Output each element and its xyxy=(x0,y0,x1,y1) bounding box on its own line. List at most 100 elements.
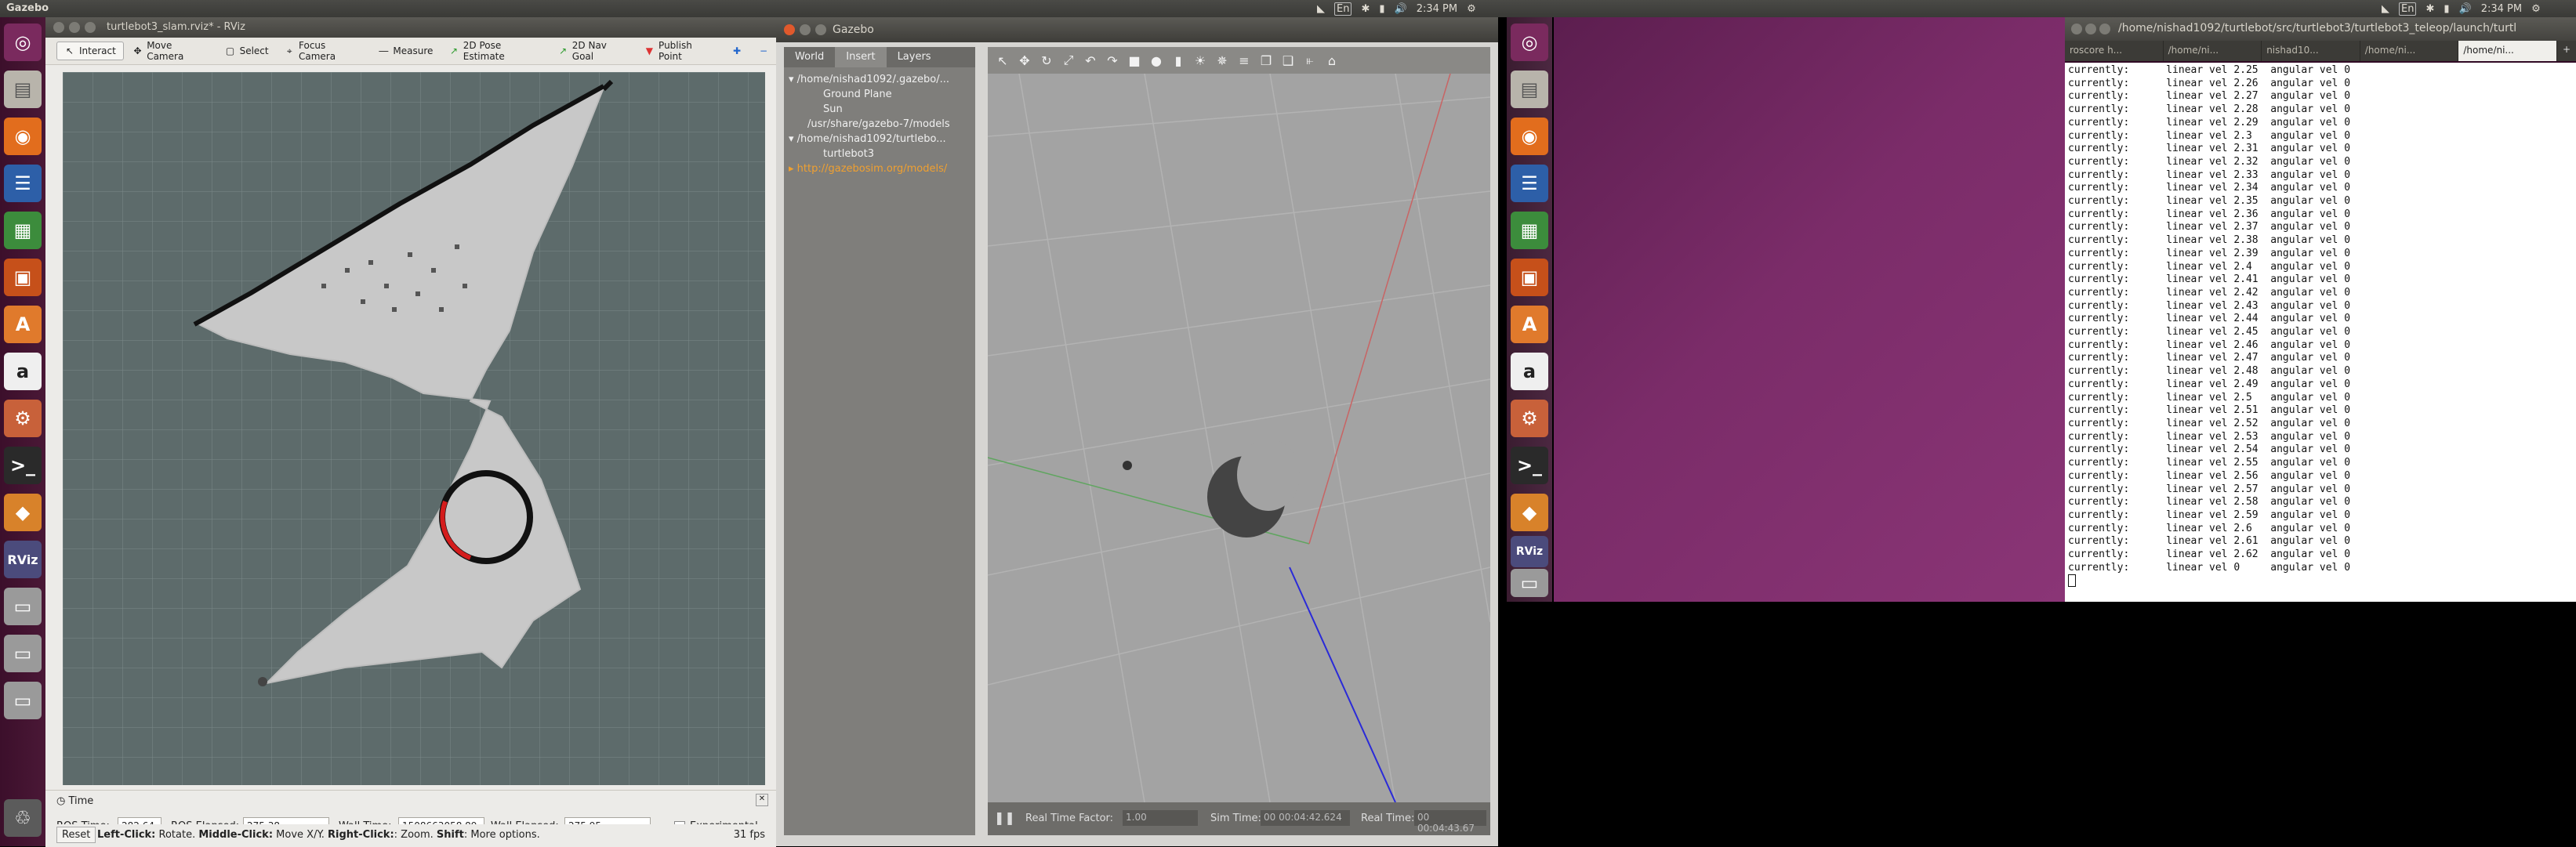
redo-icon[interactable]: ↷ xyxy=(1104,53,1121,68)
drive-icon[interactable]: ▭ xyxy=(4,635,42,672)
keyboard-indicator[interactable]: En xyxy=(1334,2,1352,16)
bluetooth-icon[interactable]: ✱ xyxy=(1361,3,1370,15)
wifi-icon[interactable]: ◣ xyxy=(2382,3,2389,15)
tree-item[interactable]: turtlebot3 xyxy=(789,147,950,161)
terminal-tab[interactable]: /home/ni... xyxy=(2360,41,2459,61)
settings-gear-icon[interactable]: ⚙ xyxy=(2531,3,2541,15)
terminal-icon[interactable]: >_ xyxy=(1511,447,1548,484)
tree-item[interactable]: Ground Plane xyxy=(789,87,950,102)
gazebo-icon[interactable]: ◆ xyxy=(4,494,42,531)
writer-icon[interactable]: ☰ xyxy=(4,165,42,202)
tool-measure[interactable]: ― Measure xyxy=(371,42,440,60)
directional-light-icon[interactable]: ≡ xyxy=(1235,53,1253,68)
tool-menu-button[interactable]: − xyxy=(751,42,776,60)
tab-world[interactable]: World xyxy=(784,47,835,67)
rviz-icon[interactable]: RViz xyxy=(1511,536,1548,567)
spot-light-icon[interactable]: ✵ xyxy=(1214,53,1231,68)
terminal-tab[interactable]: roscore h... xyxy=(2065,41,2164,61)
dash-icon[interactable]: ◎ xyxy=(4,24,42,61)
box-icon[interactable]: ■ xyxy=(1126,53,1143,68)
rviz-titlebar[interactable]: turtlebot3_slam.rviz* - RViz xyxy=(45,17,776,38)
drive-icon[interactable]: ▭ xyxy=(4,682,42,719)
volume-icon[interactable]: 🔊 xyxy=(2459,3,2472,15)
pause-icon[interactable]: ❚❚ xyxy=(994,810,1015,825)
minimize-icon[interactable] xyxy=(800,24,811,35)
scale-icon[interactable]: ⤢ xyxy=(1060,52,1077,68)
terminal-tab[interactable]: /home/ni... xyxy=(2164,41,2262,61)
minimize-icon[interactable] xyxy=(69,22,80,33)
tree-item[interactable]: ▾ /home/nishad1092/turtlebo... xyxy=(789,132,950,147)
sphere-icon[interactable]: ● xyxy=(1148,53,1165,68)
align-icon[interactable]: ⫦ xyxy=(1301,52,1319,68)
wifi-icon[interactable]: ◣ xyxy=(1317,3,1325,15)
maximize-icon[interactable] xyxy=(85,22,96,33)
keyboard-indicator[interactable]: En xyxy=(2399,2,2417,16)
system-settings-icon[interactable]: ⚙ xyxy=(1511,400,1548,437)
dash-icon[interactable]: ◎ xyxy=(1511,24,1548,61)
impress-icon[interactable]: ▣ xyxy=(1511,259,1548,296)
tool-interact[interactable]: ↖ Interact xyxy=(56,42,124,60)
gazebo-3d-view[interactable]: ↖ ✥ ↻ ⤢ ↶ ↷ ■ ● ▮ ☀ ✵ ≡ ❐ ❑ ⫦ ⌂ ❚❚ Real … xyxy=(988,47,1490,835)
system-settings-icon[interactable]: ⚙ xyxy=(4,400,42,437)
files-icon[interactable]: ▤ xyxy=(1511,71,1548,108)
terminal-titlebar[interactable]: /home/nishad1092/turtlebot/src/turtlebot… xyxy=(2065,17,2576,41)
tool-2d-pose-estimate[interactable]: ↗ 2D Pose Estimate xyxy=(441,37,549,65)
gazebo-icon[interactable]: ◆ xyxy=(1511,494,1548,531)
terminal-tab[interactable]: nishad10... xyxy=(2262,41,2360,61)
amazon-icon[interactable]: a xyxy=(4,353,42,390)
firefox-icon[interactable]: ◉ xyxy=(4,118,42,155)
tab-insert[interactable]: Insert xyxy=(835,47,887,67)
terminal-output[interactable]: currently: linear vel 2.25 angular vel 0… xyxy=(2065,63,2576,602)
tool-focus-camera[interactable]: ⌖ Focus Camera xyxy=(278,37,370,65)
terminal-icon[interactable]: >_ xyxy=(4,447,42,484)
calc-icon[interactable]: ▦ xyxy=(1511,212,1548,249)
tool-select[interactable]: ▢ Select xyxy=(218,42,276,60)
tool-move-camera[interactable]: ✥ Move Camera xyxy=(125,37,216,65)
copy-icon[interactable]: ❐ xyxy=(1257,53,1275,68)
writer-icon[interactable]: ☰ xyxy=(1511,165,1548,202)
drive-icon[interactable]: ▭ xyxy=(1511,569,1548,597)
drive-icon[interactable]: ▭ xyxy=(4,588,42,625)
gazebo-titlebar[interactable]: Gazebo xyxy=(776,17,1498,42)
reset-button[interactable]: Reset xyxy=(56,827,96,843)
impress-icon[interactable]: ▣ xyxy=(4,259,42,296)
clock[interactable]: 2:34 PM xyxy=(1417,3,1457,15)
paste-icon[interactable]: ❑ xyxy=(1279,53,1297,68)
cylinder-icon[interactable]: ▮ xyxy=(1170,53,1187,68)
tab-layers[interactable]: Layers xyxy=(887,47,942,67)
tree-item[interactable]: Sun xyxy=(789,102,950,117)
rotate-icon[interactable]: ↻ xyxy=(1038,53,1055,68)
firefox-icon[interactable]: ◉ xyxy=(1511,118,1548,155)
trash-icon[interactable]: ♲ xyxy=(4,799,42,837)
tool-publish-point[interactable]: ▼ Publish Point xyxy=(637,37,723,65)
calc-icon[interactable]: ▦ xyxy=(4,212,42,249)
battery-icon[interactable]: ▮ xyxy=(1379,3,1384,15)
maximize-icon[interactable] xyxy=(2099,24,2110,34)
select-arrow-icon[interactable]: ↖ xyxy=(994,53,1011,68)
rviz-icon[interactable]: RViz xyxy=(4,541,42,578)
amazon-icon[interactable]: a xyxy=(1511,353,1548,390)
close-icon[interactable] xyxy=(784,24,795,35)
tool-2d-nav-goal[interactable]: ↗ 2D Nav Goal xyxy=(550,37,635,65)
software-center-icon[interactable]: A xyxy=(4,306,42,343)
add-tool-button[interactable]: ✚ xyxy=(724,42,749,60)
snap-icon[interactable]: ⌂ xyxy=(1323,53,1341,68)
settings-gear-icon[interactable]: ⚙ xyxy=(1467,3,1476,15)
close-icon[interactable] xyxy=(2071,24,2082,34)
minimize-icon[interactable] xyxy=(2085,24,2096,34)
tree-item[interactable]: ▾ /home/nishad1092/.gazebo/... xyxy=(789,72,950,87)
volume-icon[interactable]: 🔊 xyxy=(1395,3,1407,15)
clock[interactable]: 2:34 PM xyxy=(2481,3,2522,15)
tree-item[interactable]: /usr/share/gazebo-7/models xyxy=(789,117,950,132)
files-icon[interactable]: ▤ xyxy=(4,71,42,108)
tree-item[interactable]: ▸ http://gazebosim.org/models/ xyxy=(789,161,950,176)
close-panel-icon[interactable]: ✕ xyxy=(756,794,768,806)
new-tab-plus-icon[interactable]: + xyxy=(2557,41,2576,61)
translate-icon[interactable]: ✥ xyxy=(1016,53,1033,68)
maximize-icon[interactable] xyxy=(815,24,826,35)
battery-icon[interactable]: ▮ xyxy=(2444,3,2449,15)
bluetooth-icon[interactable]: ✱ xyxy=(2425,3,2434,15)
undo-icon[interactable]: ↶ xyxy=(1082,53,1099,68)
terminal-tab[interactable]: /home/ni... xyxy=(2458,41,2557,61)
close-icon[interactable] xyxy=(53,22,64,33)
